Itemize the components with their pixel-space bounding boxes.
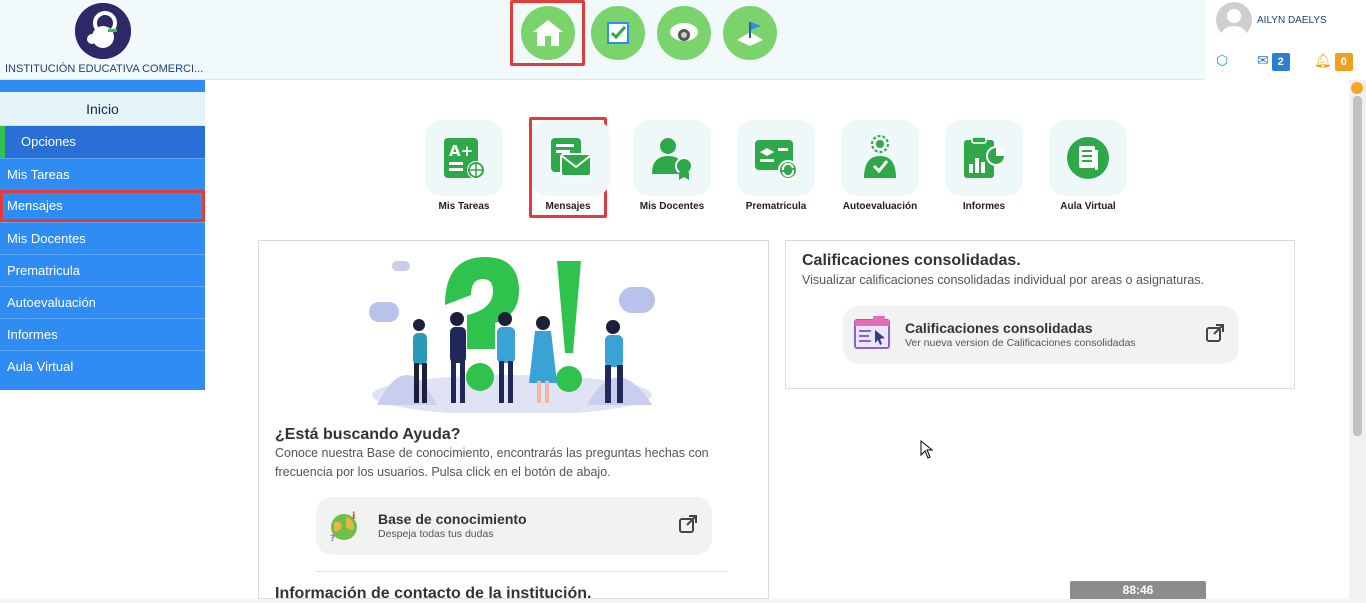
- module-label: Informes: [962, 201, 1006, 212]
- teacher-icon: [633, 120, 711, 196]
- bell-icon: 🔔︎: [1314, 52, 1332, 68]
- nav-tasks-button[interactable]: [585, 0, 651, 66]
- module-label: Aula Virtual: [1060, 201, 1116, 212]
- module-label: Mensajes: [545, 201, 591, 212]
- consolidated-grades-subtitle: Ver nueva version de Calificaciones cons…: [905, 337, 1136, 349]
- notifications-button[interactable]: 🔔︎ 0: [1314, 52, 1353, 71]
- svg-text:A+: A+: [449, 142, 473, 160]
- knowledge-base-subtitle: Despeja todas tus dudas: [378, 528, 494, 540]
- messages-button[interactable]: ✉ 2: [1257, 52, 1290, 71]
- user-panel: AILYN DAELYS ⬡ ✉ 2 🔔︎ 0: [1205, 0, 1366, 80]
- external-link-icon: [678, 514, 698, 539]
- scroll-thumb[interactable]: [1353, 96, 1362, 436]
- knowledge-base-button[interactable]: i? Base de conocimiento Despeja todas tu…: [316, 497, 712, 555]
- nav-camera-button[interactable]: [651, 0, 717, 66]
- svg-text:i: i: [352, 511, 355, 522]
- module-aula-virtual[interactable]: Aula Virtual: [1049, 120, 1127, 218]
- sidebar-item-informes[interactable]: Informes: [0, 318, 205, 350]
- svg-text:?: ?: [330, 534, 335, 543]
- grades-card: Calificaciones consolidadas. Visualizar …: [785, 240, 1295, 389]
- sidebar-item-mensajes[interactable]: Mensajes: [0, 190, 205, 222]
- module-label: Mis Tareas: [438, 201, 490, 212]
- sidebar-item-inicio[interactable]: Inicio: [0, 92, 205, 126]
- help-description: Conoce nuestra Base de conocimiento, enc…: [275, 446, 709, 479]
- sidebar-footer: [0, 382, 205, 390]
- nav-graduation-button[interactable]: [717, 0, 783, 66]
- grade-sheet-icon: A+: [425, 120, 503, 196]
- report-chart-icon: [945, 120, 1023, 196]
- scrollbar[interactable]: [1349, 80, 1366, 599]
- sidebar-item-mis-docentes[interactable]: Mis Docentes: [0, 222, 205, 254]
- contact-title: Información de contacto de la institució…: [275, 585, 592, 602]
- consolidated-grades-button[interactable]: Calificaciones consolidadas Ver nueva ve…: [843, 306, 1239, 364]
- grades-screen-icon: [854, 316, 890, 349]
- module-grid: A+ Mis Tareas Mensajes Mis Docentes Prem…: [425, 117, 1127, 218]
- module-mis-tareas[interactable]: A+ Mis Tareas: [425, 120, 503, 218]
- checklist-icon: [591, 6, 645, 60]
- external-link-icon: [1205, 323, 1225, 348]
- top-bar: INSTITUCIÓN EDUCATIVA COMERCI... AILYN D…: [0, 0, 1366, 80]
- grades-description: Visualizar calificaciones consolidadas i…: [802, 273, 1205, 287]
- sidebar-item-autoevaluacion[interactable]: Autoevaluación: [0, 286, 205, 318]
- envelope-icon: ✉: [1257, 52, 1269, 68]
- sidebar-item-prematricula[interactable]: Prematricula: [0, 254, 205, 286]
- module-mensajes[interactable]: Mensajes: [529, 117, 610, 218]
- home-icon: [520, 6, 575, 60]
- module-label: Mis Docentes: [639, 201, 705, 212]
- institution-name: INSTITUCIÓN EDUCATIVA COMERCI...: [5, 63, 204, 75]
- enrollment-icon: [737, 120, 815, 196]
- camera-icon: [657, 6, 711, 60]
- top-nav: [510, 0, 783, 66]
- module-mis-docentes[interactable]: Mis Docentes: [633, 120, 711, 218]
- institution-logo: [75, 3, 131, 59]
- module-prematricula[interactable]: Prematricula: [737, 120, 815, 218]
- avatar[interactable]: [1216, 2, 1252, 38]
- messages-badge: 2: [1271, 53, 1290, 71]
- mouse-cursor-icon: [920, 440, 934, 459]
- messages-icon: [532, 120, 610, 196]
- virtual-classroom-icon: [1049, 120, 1127, 196]
- self-evaluation-icon: [841, 120, 919, 196]
- sidebar-item-aula-virtual[interactable]: Aula Virtual: [0, 350, 205, 382]
- help-illustration: [369, 257, 655, 413]
- sidebar-section-options: Opciones: [0, 126, 205, 158]
- module-autoevaluacion[interactable]: Autoevaluación: [841, 120, 919, 218]
- module-label: Autoevaluación: [842, 201, 918, 212]
- module-informes[interactable]: Informes: [945, 120, 1023, 218]
- cube-icon[interactable]: ⬡: [1216, 52, 1228, 69]
- institution-logo-area[interactable]: INSTITUCIÓN EDUCATIVA COMERCI...: [0, 0, 205, 80]
- grades-title: Calificaciones consolidadas.: [802, 252, 1021, 269]
- sidebar-item-mis-tareas[interactable]: Mis Tareas: [0, 158, 205, 190]
- help-card: ¿Está buscando Ayuda? Conoce nuestra Bas…: [258, 240, 769, 602]
- consolidated-grades-title: Calificaciones consolidadas: [905, 320, 1093, 336]
- graduation-cap-icon: [723, 6, 777, 60]
- nav-home-button[interactable]: [510, 0, 585, 66]
- globe-question-icon: i?: [330, 511, 357, 543]
- divider: [316, 571, 728, 572]
- sidebar: Inicio Opciones Mis Tareas Mensajes Mis …: [0, 80, 205, 599]
- user-name[interactable]: AILYN DAELYS: [1257, 15, 1327, 26]
- help-title: ¿Está buscando Ayuda?: [275, 426, 461, 443]
- module-label: Prematricula: [745, 201, 807, 212]
- notifications-badge: 0: [1334, 53, 1353, 71]
- scroll-up-icon[interactable]: [1351, 82, 1363, 94]
- sidebar-stripe: [0, 80, 205, 92]
- knowledge-base-title: Base de conocimiento: [378, 511, 527, 527]
- session-timer: 88:46: [1070, 581, 1206, 599]
